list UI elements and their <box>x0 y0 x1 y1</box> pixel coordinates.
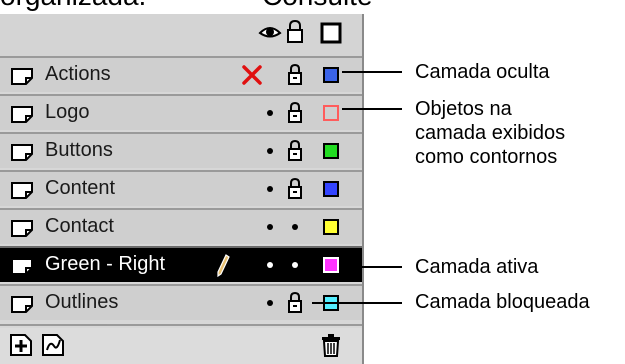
layer-row[interactable]: Outlines <box>0 284 362 320</box>
layers-header <box>0 14 362 56</box>
visibility-dot[interactable] <box>258 210 282 244</box>
callout-line-active <box>342 266 402 268</box>
callout-active: Camada ativa <box>415 256 539 278</box>
layer-name[interactable]: Outlines <box>45 291 118 314</box>
outline-color-swatch[interactable] <box>318 58 344 92</box>
lock-icon[interactable] <box>283 58 307 92</box>
lock-icon[interactable] <box>283 286 307 320</box>
callout-outline-1: Objetos na <box>415 98 512 120</box>
callout-line-locked <box>312 302 402 304</box>
bottom-divider <box>0 324 362 326</box>
layer-doc-icon <box>10 142 34 167</box>
layer-doc-icon <box>10 218 34 243</box>
layer-row[interactable]: Actions <box>0 56 362 92</box>
lock-icon[interactable] <box>283 96 307 130</box>
layer-name[interactable]: Content <box>45 177 115 200</box>
outline-square-icon[interactable] <box>320 22 342 49</box>
visibility-dot[interactable] <box>258 172 282 206</box>
callout-outline-3: como contornos <box>415 146 558 168</box>
pencil-icon <box>216 254 230 283</box>
outline-color-swatch[interactable] <box>318 172 344 206</box>
callout-outline-2: camada exibidos <box>415 122 566 144</box>
outline-color-swatch[interactable] <box>318 96 344 130</box>
layer-name[interactable]: Green - Right <box>45 253 165 276</box>
visibility-dot[interactable] <box>258 96 282 130</box>
caption-left: organizada. <box>0 0 146 12</box>
unlocked-dot[interactable] <box>283 210 307 244</box>
hidden-x-icon[interactable] <box>240 58 264 92</box>
visibility-dot[interactable] <box>258 134 282 168</box>
layer-name[interactable]: Buttons <box>45 139 113 162</box>
caption-text: organizada. Consulte <box>0 0 625 14</box>
callout-line-outline <box>342 108 402 110</box>
lock-icon[interactable] <box>283 134 307 168</box>
layer-doc-icon <box>10 256 34 281</box>
lock-icon[interactable] <box>286 19 304 49</box>
outline-color-swatch[interactable] <box>318 134 344 168</box>
trash-icon[interactable] <box>320 332 342 363</box>
layer-row[interactable]: Content <box>0 170 362 206</box>
add-guide-layer-icon[interactable] <box>40 332 66 363</box>
outline-color-swatch[interactable] <box>318 210 344 244</box>
layer-row[interactable]: Contact <box>0 208 362 244</box>
layer-row[interactable]: Logo <box>0 94 362 130</box>
lock-icon[interactable] <box>283 172 307 206</box>
layers-toolbar <box>0 328 362 364</box>
visibility-dot[interactable] <box>258 248 282 282</box>
add-layer-icon[interactable] <box>8 332 34 363</box>
layer-name[interactable]: Contact <box>45 215 114 238</box>
outline-color-swatch[interactable] <box>318 248 344 282</box>
caption-right: Consulte <box>262 0 373 12</box>
layer-name[interactable]: Actions <box>45 63 111 86</box>
layer-row[interactable]: Green - Right <box>0 246 362 282</box>
layers-panel: Actions Logo Buttons Content Contact Green - … <box>0 14 364 364</box>
layer-doc-icon <box>10 180 34 205</box>
eye-icon[interactable] <box>258 23 282 46</box>
layer-name[interactable]: Logo <box>45 101 90 124</box>
callout-hidden: Camada oculta <box>415 61 550 83</box>
callout-locked: Camada bloqueada <box>415 291 590 313</box>
layer-row[interactable]: Buttons <box>0 132 362 168</box>
layer-doc-icon <box>10 104 34 129</box>
layer-doc-icon <box>10 66 34 91</box>
layer-doc-icon <box>10 294 34 319</box>
visibility-dot[interactable] <box>258 286 282 320</box>
callout-line-hidden <box>342 71 402 73</box>
unlocked-dot[interactable] <box>283 248 307 282</box>
